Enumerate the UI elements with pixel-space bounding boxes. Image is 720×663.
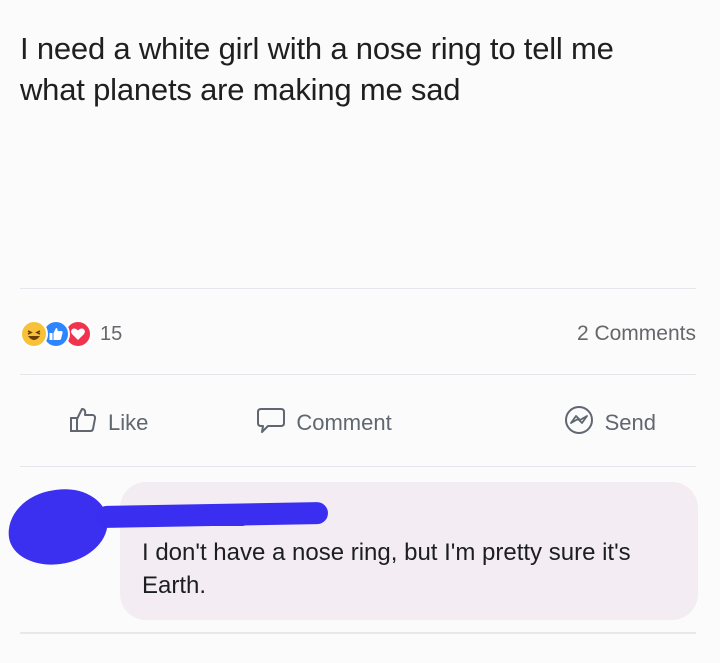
speech-bubble-icon (256, 405, 286, 441)
divider (20, 288, 696, 289)
like-button[interactable]: Like (68, 405, 148, 441)
like-label: Like (108, 410, 149, 435)
reaction-count: 15 (100, 322, 123, 345)
haha-icon (20, 320, 48, 348)
bottom-divider (20, 632, 696, 634)
redacted-name-stroke (108, 516, 248, 526)
comments-count-link[interactable]: 2 Comments (577, 322, 696, 346)
redacted-avatar (3, 483, 113, 571)
reactions-bar: 15 2 Comments (20, 314, 696, 354)
post-text: I need a white girl with a nose ring to … (20, 31, 614, 107)
divider (20, 466, 696, 467)
comment-text: I don't have a nose ring, but I'm pretty… (142, 539, 631, 599)
send-button[interactable]: Send (563, 404, 656, 442)
comment: I don't have a nose ring, but I'm pretty… (0, 480, 720, 640)
send-label: Send (604, 410, 656, 435)
messenger-icon (563, 404, 595, 442)
post-actions: Like Comment Send (20, 398, 696, 448)
comment-button[interactable]: Comment (256, 405, 392, 441)
thumbs-up-icon (68, 405, 98, 441)
facebook-post-screenshot: I need a white girl with a nose ring to … (0, 0, 720, 663)
comment-label: Comment (296, 410, 392, 435)
divider (20, 374, 696, 375)
reactions-summary[interactable]: 15 (20, 320, 122, 348)
